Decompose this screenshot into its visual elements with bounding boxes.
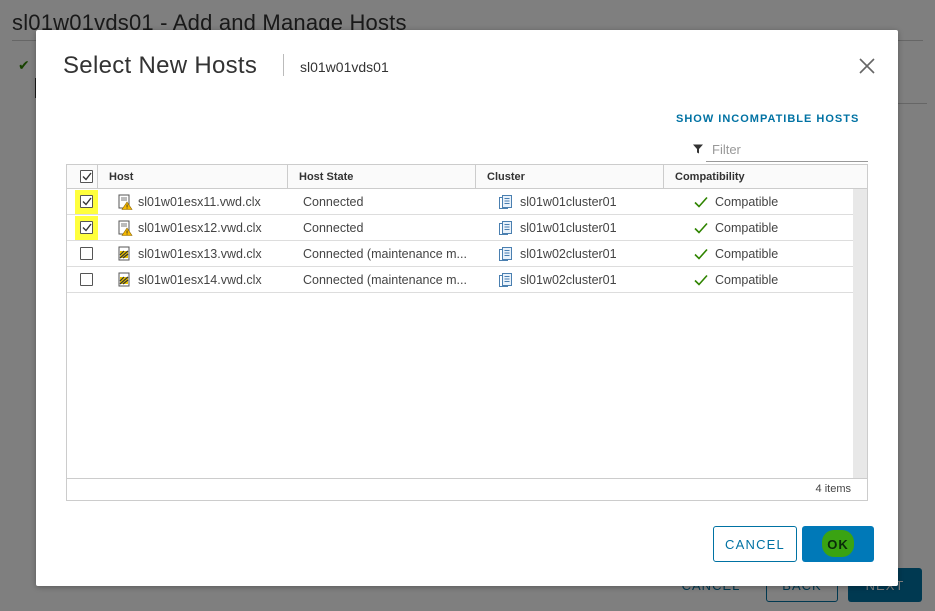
- host-warning-icon: [117, 220, 133, 236]
- compatibility-status: Compatible: [715, 273, 779, 287]
- host-maintenance-icon: [117, 272, 133, 288]
- row-checkbox[interactable]: [80, 195, 93, 208]
- host-name[interactable]: sl01w01esx11.vwd.clx: [138, 195, 261, 209]
- column-header-host[interactable]: Host: [97, 165, 287, 189]
- ok-button-label: OK: [827, 536, 849, 552]
- grid-footer: 4 items: [67, 478, 867, 500]
- dialog-title: Select New Hosts: [63, 52, 258, 79]
- cluster-cell: sl01w01cluster01: [499, 189, 659, 215]
- compatibility-cell: Compatible: [694, 241, 852, 267]
- title-separator: [283, 54, 284, 76]
- cancel-button[interactable]: CANCEL: [713, 526, 797, 562]
- checkmark-icon: [694, 222, 708, 234]
- host-cell[interactable]: sl01w01esx12.vwd.clx: [117, 215, 285, 241]
- dialog-subtitle: sl01w01vds01: [300, 59, 389, 75]
- cluster-icon: [499, 220, 513, 236]
- cluster-icon: [499, 194, 513, 210]
- host-maintenance-icon: [117, 246, 133, 262]
- column-header-host-state[interactable]: Host State: [287, 165, 475, 189]
- column-header-compatibility[interactable]: Compatibility: [663, 165, 853, 189]
- compatibility-cell: Compatible: [694, 215, 852, 241]
- host-state-cell: Connected: [303, 189, 473, 215]
- close-icon[interactable]: [856, 55, 878, 77]
- compatibility-status: Compatible: [715, 247, 779, 261]
- host-state: Connected: [303, 195, 364, 209]
- host-state: Connected (maintenance m...: [303, 273, 467, 287]
- compatibility-cell: Compatible: [694, 189, 852, 215]
- checkmark-icon: [694, 274, 708, 286]
- cluster-cell: sl01w02cluster01: [499, 241, 659, 267]
- cluster-name: sl01w02cluster01: [520, 247, 617, 261]
- compatibility-status: Compatible: [715, 195, 779, 209]
- row-checkbox[interactable]: [80, 273, 93, 286]
- host-name[interactable]: sl01w01esx14.vwd.clx: [138, 273, 262, 287]
- host-state-cell: Connected: [303, 215, 473, 241]
- cluster-icon: [499, 246, 513, 262]
- checkmark-icon: [694, 196, 708, 208]
- grid-header: Host Host State Cluster Compatibility: [67, 165, 867, 189]
- host-cell[interactable]: sl01w01esx11.vwd.clx: [117, 189, 285, 215]
- column-header-cluster[interactable]: Cluster: [475, 165, 663, 189]
- show-incompatible-hosts-link[interactable]: SHOW INCOMPATIBLE HOSTS: [676, 113, 859, 125]
- compatibility-cell: Compatible: [694, 267, 852, 293]
- host-cell[interactable]: sl01w01esx14.vwd.clx: [117, 267, 285, 293]
- hosts-grid: Host Host State Cluster Compatibility sl…: [66, 164, 868, 501]
- checkmark-icon: [694, 248, 708, 260]
- host-state: Connected: [303, 221, 364, 235]
- host-warning-icon: [117, 194, 133, 210]
- cluster-name: sl01w01cluster01: [520, 195, 617, 209]
- host-name[interactable]: sl01w01esx12.vwd.clx: [138, 221, 262, 235]
- table-row[interactable]: sl01w01esx13.vwd.clx Connected (maintenan…: [67, 241, 853, 267]
- row-checkbox[interactable]: [80, 221, 93, 234]
- cluster-icon: [499, 272, 513, 288]
- select-new-hosts-dialog: Select New Hosts sl01w01vds01 SHOW INCOM…: [36, 30, 898, 586]
- table-row[interactable]: sl01w01esx11.vwd.clx Connected sl01w01clus…: [67, 189, 853, 215]
- host-cell[interactable]: sl01w01esx13.vwd.clx: [117, 241, 285, 267]
- cluster-cell: sl01w01cluster01: [499, 215, 659, 241]
- filter: [690, 138, 868, 162]
- cluster-name: sl01w02cluster01: [520, 273, 617, 287]
- host-state: Connected (maintenance m...: [303, 247, 467, 261]
- filter-icon: [693, 144, 703, 154]
- host-state-cell: Connected (maintenance m...: [303, 241, 473, 267]
- row-checkbox[interactable]: [80, 247, 93, 260]
- ok-button[interactable]: OK: [802, 526, 874, 562]
- scrollbar[interactable]: [853, 189, 867, 478]
- table-row[interactable]: sl01w01esx14.vwd.clx Connected (maintenan…: [67, 267, 853, 293]
- host-name[interactable]: sl01w01esx13.vwd.clx: [138, 247, 262, 261]
- table-row[interactable]: sl01w01esx12.vwd.clx Connected sl01w01clus…: [67, 215, 853, 241]
- cluster-cell: sl01w02cluster01: [499, 267, 659, 293]
- filter-input[interactable]: [706, 138, 868, 162]
- item-count: 4 items: [815, 483, 851, 495]
- host-state-cell: Connected (maintenance m...: [303, 267, 473, 293]
- compatibility-status: Compatible: [715, 221, 779, 235]
- select-all-checkbox[interactable]: [80, 170, 93, 183]
- cluster-name: sl01w01cluster01: [520, 221, 617, 235]
